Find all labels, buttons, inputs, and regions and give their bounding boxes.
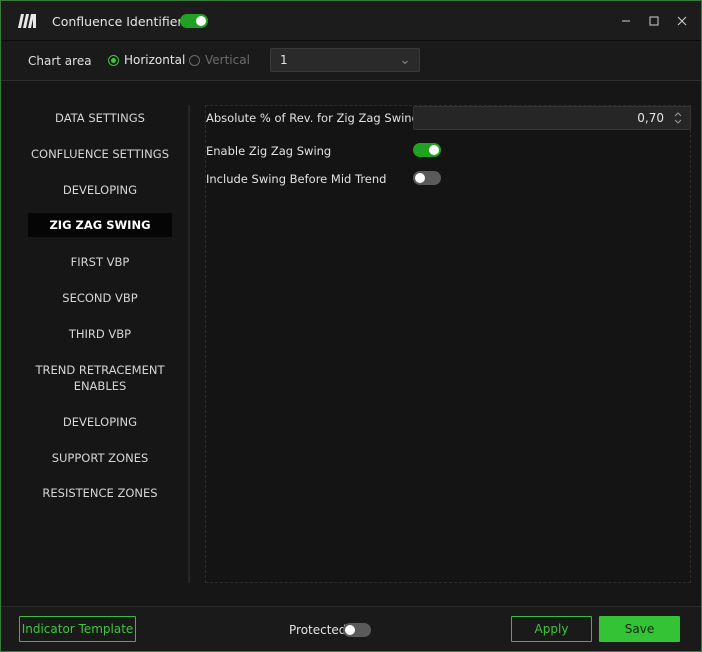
toggle-knob — [429, 145, 439, 155]
chart-area-label: Chart area — [28, 54, 92, 68]
include-swing-label: Include Swing Before Mid Trend — [206, 172, 387, 186]
sidebar-item-support-zones[interactable]: SUPPORT ZONES — [28, 450, 172, 466]
sidebar-item-second-vbp[interactable]: SECOND VBP — [28, 290, 172, 306]
radio-dot — [108, 54, 119, 66]
apply-button[interactable]: Apply — [511, 616, 592, 642]
spinner-arrows-icon[interactable] — [673, 110, 683, 126]
indicator-settings-window: Confluence Identifier Chart area Horizon… — [0, 0, 702, 652]
radio-dot — [189, 54, 200, 66]
sidebar-item-zig-zag-swing[interactable]: ZIG ZAG SWING — [28, 213, 172, 237]
sidebar-divider — [188, 105, 190, 583]
indicator-template-button[interactable]: Indicator Template — [19, 616, 136, 642]
save-button[interactable]: Save — [599, 616, 680, 642]
indicator-enabled-toggle[interactable] — [180, 14, 208, 28]
radio-horizontal-label: Horizontal — [124, 53, 186, 67]
close-icon — [677, 16, 687, 26]
enable-zigzag-toggle[interactable] — [413, 143, 441, 157]
abs-rev-input[interactable]: 0,70 — [413, 106, 691, 130]
sidebar-item-confluence-settings[interactable]: CONFLUENCE SETTINGS — [28, 146, 172, 162]
close-button[interactable] — [672, 11, 692, 31]
sidebar-item-third-vbp[interactable]: THIRD VBP — [28, 326, 172, 342]
window-title: Confluence Identifier — [52, 14, 183, 29]
sidebar-item-resistence-zones[interactable]: RESISTENCE ZONES — [28, 485, 172, 501]
sidebar-item-trend-retracement-enables[interactable]: TREND RETRACEMENT ENABLES — [28, 362, 172, 394]
protected-toggle[interactable] — [343, 623, 371, 637]
abs-rev-label: Absolute % of Rev. for Zig Zag Swing — [206, 111, 419, 125]
toggle-knob — [415, 173, 425, 183]
app-logo-icon — [18, 14, 36, 28]
radio-vertical-label: Vertical — [205, 53, 250, 67]
minimize-button[interactable] — [616, 11, 636, 31]
sidebar-item-label: TREND RETRACEMENT — [35, 363, 165, 377]
sidebar-item-first-vbp[interactable]: FIRST VBP — [28, 254, 172, 270]
pane-select-value: 1 — [280, 53, 288, 67]
chevron-down-icon — [401, 55, 409, 69]
sidebar-item-developing[interactable]: DEVELOPING — [28, 182, 172, 198]
maximize-button[interactable] — [644, 11, 664, 31]
footer-bar: Indicator Template Protected Apply Save — [1, 606, 701, 651]
sidebar-item-label-line2: ENABLES — [73, 379, 127, 393]
protected-label: Protected — [289, 623, 347, 637]
sidebar-item-data-settings[interactable]: DATA SETTINGS — [28, 110, 172, 126]
enable-zigzag-label: Enable Zig Zag Swing — [206, 144, 332, 158]
abs-rev-value: 0,70 — [637, 111, 664, 125]
maximize-icon — [649, 16, 659, 26]
radio-vertical[interactable]: Vertical — [189, 53, 250, 67]
include-swing-toggle[interactable] — [413, 171, 441, 185]
title-bar: Confluence Identifier — [1, 1, 701, 41]
minimize-icon — [621, 16, 631, 26]
toggle-knob — [196, 16, 206, 26]
radio-horizontal[interactable]: Horizontal — [108, 53, 185, 67]
toggle-knob — [345, 625, 355, 635]
sidebar-item-developing-2[interactable]: DEVELOPING — [28, 414, 172, 430]
chart-area-toolbar: Chart area Horizontal Vertical 1 — [1, 41, 701, 81]
pane-select[interactable]: 1 — [270, 48, 420, 72]
